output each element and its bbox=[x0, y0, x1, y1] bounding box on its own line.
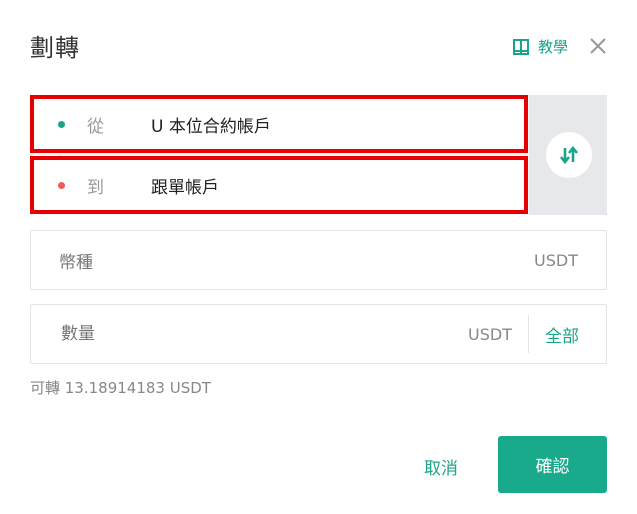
from-account-row[interactable]: 從 U 本位合約帳戶 bbox=[30, 95, 528, 153]
all-button[interactable]: 全部 bbox=[545, 322, 579, 347]
divider bbox=[528, 315, 529, 353]
from-dot bbox=[58, 120, 65, 128]
from-label: 從 bbox=[87, 116, 104, 137]
coin-value: USDT bbox=[534, 250, 578, 270]
close-icon[interactable] bbox=[588, 36, 608, 56]
dialog-title: 劃轉 bbox=[30, 34, 80, 62]
book-icon bbox=[513, 38, 529, 55]
amount-field: USDT 全部 bbox=[30, 304, 607, 364]
tutorial-label: 教學 bbox=[538, 38, 569, 56]
to-label: 到 bbox=[87, 177, 104, 198]
swap-arrows-icon bbox=[559, 145, 579, 165]
confirm-button[interactable]: 確認 bbox=[498, 436, 607, 493]
coin-label: 幣種 bbox=[59, 252, 93, 273]
available-balance: 可轉 13.18914183 USDT bbox=[30, 379, 211, 397]
to-account-row[interactable]: 到 跟單帳戶 bbox=[30, 156, 528, 214]
to-account-value: 跟單帳戶 bbox=[151, 177, 219, 198]
to-dot bbox=[58, 181, 65, 189]
swap-button[interactable] bbox=[546, 132, 592, 178]
amount-unit: USDT bbox=[468, 324, 512, 344]
from-account-value: U 本位合約帳戶 bbox=[151, 116, 271, 137]
amount-input[interactable] bbox=[59, 323, 469, 345]
cancel-button[interactable]: 取消 bbox=[424, 454, 458, 479]
tutorial-link[interactable]: 教學 bbox=[512, 36, 568, 57]
coin-select[interactable]: 幣種 USDT bbox=[30, 230, 607, 290]
